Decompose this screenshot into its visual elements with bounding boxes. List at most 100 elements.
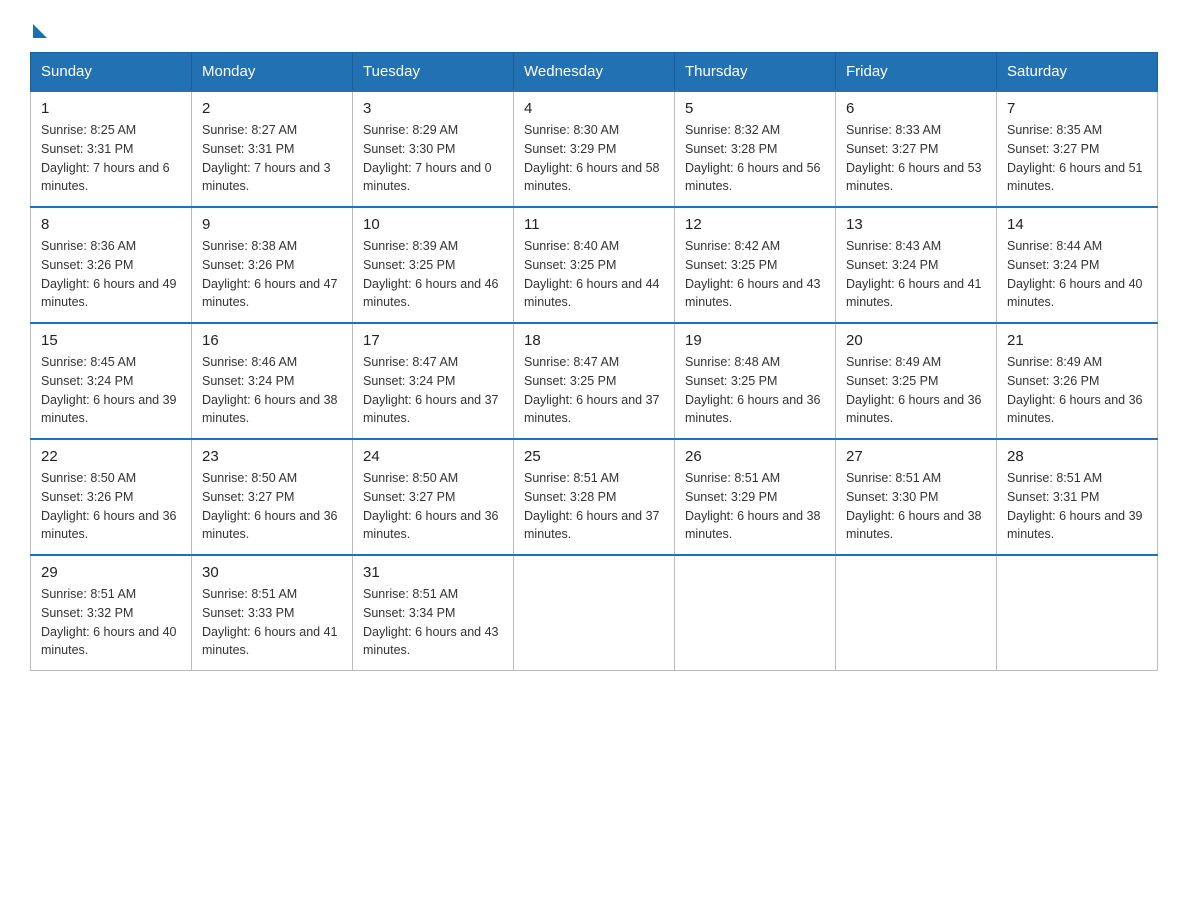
day-info: Sunrise: 8:46 AM Sunset: 3:24 PM Dayligh…	[202, 353, 342, 428]
calendar-week-row: 29 Sunrise: 8:51 AM Sunset: 3:32 PM Dayl…	[31, 555, 1158, 671]
calendar-day-cell: 1 Sunrise: 8:25 AM Sunset: 3:31 PM Dayli…	[31, 91, 192, 207]
calendar-day-cell: 17 Sunrise: 8:47 AM Sunset: 3:24 PM Dayl…	[353, 323, 514, 439]
calendar-day-cell	[997, 555, 1158, 671]
calendar-day-cell: 6 Sunrise: 8:33 AM Sunset: 3:27 PM Dayli…	[836, 91, 997, 207]
calendar-day-cell: 3 Sunrise: 8:29 AM Sunset: 3:30 PM Dayli…	[353, 91, 514, 207]
day-info: Sunrise: 8:51 AM Sunset: 3:33 PM Dayligh…	[202, 585, 342, 660]
day-number: 1	[41, 100, 181, 117]
day-info: Sunrise: 8:33 AM Sunset: 3:27 PM Dayligh…	[846, 121, 986, 196]
calendar-day-cell: 14 Sunrise: 8:44 AM Sunset: 3:24 PM Dayl…	[997, 207, 1158, 323]
calendar-day-cell: 22 Sunrise: 8:50 AM Sunset: 3:26 PM Dayl…	[31, 439, 192, 555]
page-header	[30, 20, 1158, 34]
day-info: Sunrise: 8:49 AM Sunset: 3:25 PM Dayligh…	[846, 353, 986, 428]
day-info: Sunrise: 8:47 AM Sunset: 3:25 PM Dayligh…	[524, 353, 664, 428]
day-number: 5	[685, 100, 825, 117]
calendar-table: SundayMondayTuesdayWednesdayThursdayFrid…	[30, 52, 1158, 671]
day-number: 12	[685, 216, 825, 233]
day-number: 7	[1007, 100, 1147, 117]
calendar-day-cell: 21 Sunrise: 8:49 AM Sunset: 3:26 PM Dayl…	[997, 323, 1158, 439]
day-info: Sunrise: 8:50 AM Sunset: 3:26 PM Dayligh…	[41, 469, 181, 544]
day-number: 11	[524, 216, 664, 233]
day-info: Sunrise: 8:38 AM Sunset: 3:26 PM Dayligh…	[202, 237, 342, 312]
day-info: Sunrise: 8:51 AM Sunset: 3:30 PM Dayligh…	[846, 469, 986, 544]
day-info: Sunrise: 8:44 AM Sunset: 3:24 PM Dayligh…	[1007, 237, 1147, 312]
day-number: 14	[1007, 216, 1147, 233]
day-info: Sunrise: 8:51 AM Sunset: 3:28 PM Dayligh…	[524, 469, 664, 544]
calendar-day-cell: 9 Sunrise: 8:38 AM Sunset: 3:26 PM Dayli…	[192, 207, 353, 323]
calendar-day-cell: 23 Sunrise: 8:50 AM Sunset: 3:27 PM Dayl…	[192, 439, 353, 555]
calendar-day-cell: 19 Sunrise: 8:48 AM Sunset: 3:25 PM Dayl…	[675, 323, 836, 439]
day-info: Sunrise: 8:49 AM Sunset: 3:26 PM Dayligh…	[1007, 353, 1147, 428]
day-info: Sunrise: 8:47 AM Sunset: 3:24 PM Dayligh…	[363, 353, 503, 428]
calendar-day-cell	[514, 555, 675, 671]
calendar-day-cell: 25 Sunrise: 8:51 AM Sunset: 3:28 PM Dayl…	[514, 439, 675, 555]
calendar-week-row: 1 Sunrise: 8:25 AM Sunset: 3:31 PM Dayli…	[31, 91, 1158, 207]
calendar-day-cell: 16 Sunrise: 8:46 AM Sunset: 3:24 PM Dayl…	[192, 323, 353, 439]
calendar-header-row: SundayMondayTuesdayWednesdayThursdayFrid…	[31, 53, 1158, 92]
day-number: 10	[363, 216, 503, 233]
calendar-day-cell: 8 Sunrise: 8:36 AM Sunset: 3:26 PM Dayli…	[31, 207, 192, 323]
calendar-day-header: Monday	[192, 53, 353, 92]
calendar-day-header: Friday	[836, 53, 997, 92]
day-info: Sunrise: 8:50 AM Sunset: 3:27 PM Dayligh…	[202, 469, 342, 544]
day-number: 6	[846, 100, 986, 117]
calendar-day-cell: 27 Sunrise: 8:51 AM Sunset: 3:30 PM Dayl…	[836, 439, 997, 555]
calendar-day-header: Sunday	[31, 53, 192, 92]
day-number: 30	[202, 564, 342, 581]
logo-arrow-icon	[33, 24, 47, 38]
day-number: 19	[685, 332, 825, 349]
day-number: 22	[41, 448, 181, 465]
calendar-week-row: 15 Sunrise: 8:45 AM Sunset: 3:24 PM Dayl…	[31, 323, 1158, 439]
calendar-week-row: 22 Sunrise: 8:50 AM Sunset: 3:26 PM Dayl…	[31, 439, 1158, 555]
calendar-day-cell: 11 Sunrise: 8:40 AM Sunset: 3:25 PM Dayl…	[514, 207, 675, 323]
calendar-day-cell: 12 Sunrise: 8:42 AM Sunset: 3:25 PM Dayl…	[675, 207, 836, 323]
day-number: 20	[846, 332, 986, 349]
day-info: Sunrise: 8:27 AM Sunset: 3:31 PM Dayligh…	[202, 121, 342, 196]
calendar-day-cell: 10 Sunrise: 8:39 AM Sunset: 3:25 PM Dayl…	[353, 207, 514, 323]
day-number: 25	[524, 448, 664, 465]
day-number: 21	[1007, 332, 1147, 349]
day-info: Sunrise: 8:29 AM Sunset: 3:30 PM Dayligh…	[363, 121, 503, 196]
calendar-day-header: Tuesday	[353, 53, 514, 92]
day-info: Sunrise: 8:42 AM Sunset: 3:25 PM Dayligh…	[685, 237, 825, 312]
day-number: 31	[363, 564, 503, 581]
day-number: 24	[363, 448, 503, 465]
calendar-day-cell	[675, 555, 836, 671]
calendar-day-cell: 24 Sunrise: 8:50 AM Sunset: 3:27 PM Dayl…	[353, 439, 514, 555]
day-number: 18	[524, 332, 664, 349]
calendar-day-cell: 13 Sunrise: 8:43 AM Sunset: 3:24 PM Dayl…	[836, 207, 997, 323]
calendar-day-cell: 30 Sunrise: 8:51 AM Sunset: 3:33 PM Dayl…	[192, 555, 353, 671]
day-info: Sunrise: 8:25 AM Sunset: 3:31 PM Dayligh…	[41, 121, 181, 196]
calendar-day-cell: 31 Sunrise: 8:51 AM Sunset: 3:34 PM Dayl…	[353, 555, 514, 671]
day-info: Sunrise: 8:51 AM Sunset: 3:34 PM Dayligh…	[363, 585, 503, 660]
calendar-day-cell: 18 Sunrise: 8:47 AM Sunset: 3:25 PM Dayl…	[514, 323, 675, 439]
calendar-day-cell: 20 Sunrise: 8:49 AM Sunset: 3:25 PM Dayl…	[836, 323, 997, 439]
calendar-day-cell: 5 Sunrise: 8:32 AM Sunset: 3:28 PM Dayli…	[675, 91, 836, 207]
day-number: 27	[846, 448, 986, 465]
calendar-day-header: Thursday	[675, 53, 836, 92]
day-number: 3	[363, 100, 503, 117]
calendar-day-cell: 15 Sunrise: 8:45 AM Sunset: 3:24 PM Dayl…	[31, 323, 192, 439]
day-number: 15	[41, 332, 181, 349]
calendar-day-cell	[836, 555, 997, 671]
day-info: Sunrise: 8:51 AM Sunset: 3:29 PM Dayligh…	[685, 469, 825, 544]
day-info: Sunrise: 8:50 AM Sunset: 3:27 PM Dayligh…	[363, 469, 503, 544]
day-info: Sunrise: 8:43 AM Sunset: 3:24 PM Dayligh…	[846, 237, 986, 312]
day-number: 2	[202, 100, 342, 117]
day-info: Sunrise: 8:51 AM Sunset: 3:32 PM Dayligh…	[41, 585, 181, 660]
calendar-day-cell: 28 Sunrise: 8:51 AM Sunset: 3:31 PM Dayl…	[997, 439, 1158, 555]
day-number: 13	[846, 216, 986, 233]
day-info: Sunrise: 8:35 AM Sunset: 3:27 PM Dayligh…	[1007, 121, 1147, 196]
day-info: Sunrise: 8:45 AM Sunset: 3:24 PM Dayligh…	[41, 353, 181, 428]
day-number: 9	[202, 216, 342, 233]
calendar-day-header: Wednesday	[514, 53, 675, 92]
day-number: 8	[41, 216, 181, 233]
calendar-day-cell: 7 Sunrise: 8:35 AM Sunset: 3:27 PM Dayli…	[997, 91, 1158, 207]
day-number: 26	[685, 448, 825, 465]
calendar-day-cell: 26 Sunrise: 8:51 AM Sunset: 3:29 PM Dayl…	[675, 439, 836, 555]
day-number: 17	[363, 332, 503, 349]
day-number: 4	[524, 100, 664, 117]
day-number: 16	[202, 332, 342, 349]
calendar-day-cell: 29 Sunrise: 8:51 AM Sunset: 3:32 PM Dayl…	[31, 555, 192, 671]
day-info: Sunrise: 8:32 AM Sunset: 3:28 PM Dayligh…	[685, 121, 825, 196]
